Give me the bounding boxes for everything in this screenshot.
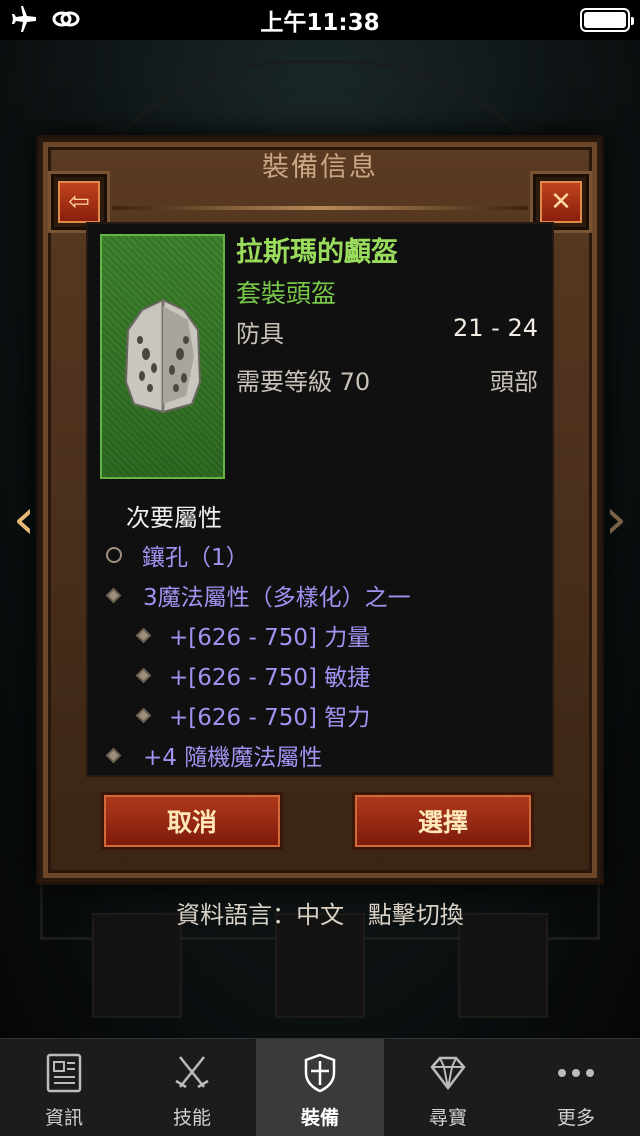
property-strength: +[626 - 750] 力量 bbox=[135, 618, 370, 652]
airplane-icon bbox=[10, 6, 38, 38]
status-icons bbox=[10, 6, 80, 38]
next-item-button[interactable]: › bbox=[596, 492, 636, 548]
tab-equipment[interactable]: 裝備 bbox=[256, 1039, 384, 1136]
diamond-bullet-icon bbox=[135, 667, 152, 683]
tab-label: 尋寶 bbox=[428, 1107, 467, 1129]
tab-label: 資訊 bbox=[44, 1107, 83, 1129]
level-requirement: 需要等級 70 bbox=[236, 368, 371, 396]
tab-treasure[interactable]: 尋寶 bbox=[384, 1039, 512, 1136]
socket-bullet-icon bbox=[106, 547, 122, 563]
tab-more[interactable]: 更多 bbox=[512, 1039, 640, 1136]
tab-label: 技能 bbox=[172, 1107, 211, 1129]
armor-value: 21 - 24 bbox=[453, 314, 538, 342]
back-arrow-icon: ⇦ bbox=[68, 187, 90, 217]
dialog-title: 裝備信息 bbox=[262, 151, 378, 183]
tab-label: 更多 bbox=[556, 1107, 595, 1129]
property-socket: 鑲孔（1） bbox=[106, 538, 249, 572]
link-icon bbox=[52, 7, 80, 37]
tab-bar: 資訊 技能 裝備 尋寶 更多 bbox=[0, 1038, 640, 1136]
armor-label: 防具 bbox=[236, 320, 284, 348]
item-type: 套裝頭盔 bbox=[236, 279, 337, 308]
switch-language-link[interactable]: 點擊切換 bbox=[368, 901, 464, 929]
previous-item-button[interactable]: ‹ bbox=[4, 492, 44, 548]
battery-icon bbox=[580, 8, 634, 32]
tab-news[interactable]: 資訊 bbox=[0, 1039, 128, 1136]
chevron-right-icon: › bbox=[604, 487, 628, 552]
tab-skills[interactable]: 技能 bbox=[128, 1039, 256, 1136]
more-icon bbox=[556, 1051, 596, 1095]
chevron-left-icon: ‹ bbox=[12, 487, 36, 552]
item-image bbox=[100, 234, 225, 479]
gem-icon bbox=[428, 1051, 468, 1095]
diamond-bullet-icon bbox=[135, 707, 152, 723]
property-intelligence: +[626 - 750] 智力 bbox=[135, 698, 370, 732]
diamond-bullet-icon bbox=[105, 747, 122, 763]
language-row: 資料語言：中文 點擊切換 bbox=[0, 895, 640, 930]
helm-icon bbox=[124, 298, 202, 414]
secondary-attributes-title: 次要屬性 bbox=[126, 504, 222, 532]
cancel-button[interactable]: 取消 bbox=[101, 792, 283, 850]
item-slot: 頭部 bbox=[490, 368, 538, 396]
select-button[interactable]: 選擇 bbox=[352, 792, 534, 850]
property-random-magic: +4 隨機魔法屬性 bbox=[105, 738, 322, 772]
swords-icon bbox=[172, 1051, 212, 1095]
news-icon bbox=[44, 1051, 84, 1095]
data-language-label: 資料語言：中文 bbox=[176, 901, 345, 929]
tab-label: 裝備 bbox=[300, 1107, 339, 1129]
status-time: 上午11:38 bbox=[260, 10, 380, 36]
close-icon: ✕ bbox=[550, 187, 572, 217]
title-divider bbox=[112, 206, 528, 210]
item-name: 拉斯瑪的顱盔 bbox=[236, 237, 398, 268]
status-bar: 上午11:38 bbox=[0, 0, 640, 40]
property-dexterity: +[626 - 750] 敏捷 bbox=[135, 658, 370, 692]
diamond-bullet-icon bbox=[135, 627, 152, 643]
shield-icon bbox=[300, 1051, 340, 1095]
dialog-header: 裝備信息 bbox=[36, 140, 604, 188]
diamond-bullet-icon bbox=[105, 587, 122, 603]
property-magic-choice: 3魔法屬性（多樣化）之一 bbox=[105, 578, 411, 612]
